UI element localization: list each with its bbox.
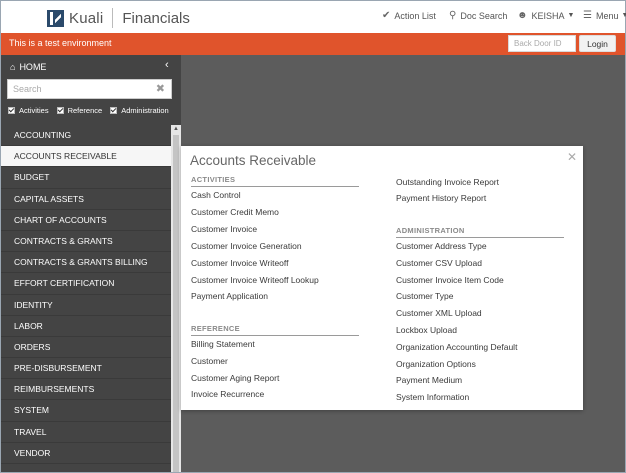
- panel-title: Accounts Receivable: [190, 153, 317, 168]
- home-label: HOME: [19, 62, 47, 72]
- link-lockbox-upload[interactable]: Lockbox Upload: [396, 325, 457, 335]
- link-customer-invoice[interactable]: Customer Invoice: [191, 224, 257, 234]
- sidebar-item-contracts-grants[interactable]: CONTRACTS & GRANTS: [1, 230, 171, 253]
- close-icon[interactable]: ✕: [567, 150, 577, 164]
- sidebar-item-accounts-receivable[interactable]: ACCOUNTS RECEIVABLE: [1, 146, 171, 168]
- filter-administration[interactable]: Administration: [110, 106, 169, 115]
- hamburger-icon: ☰: [583, 10, 592, 21]
- user-icon: ☻: [517, 10, 528, 21]
- link-customer-address-type[interactable]: Customer Address Type: [396, 241, 487, 251]
- reference-checkbox[interactable]: [56, 107, 64, 114]
- link-customer-xml-upload[interactable]: Customer XML Upload: [396, 308, 482, 318]
- link-customer-csv-upload[interactable]: Customer CSV Upload: [396, 258, 482, 268]
- sidebar-item-system[interactable]: SYSTEM: [1, 400, 171, 422]
- link-customer-credit-memo[interactable]: Customer Credit Memo: [191, 207, 279, 217]
- link-customer-invoice-item-code[interactable]: Customer Invoice Item Code: [396, 275, 504, 285]
- search-icon: ⚲: [449, 10, 457, 21]
- sidebar-item-orders[interactable]: ORDERS: [1, 336, 171, 359]
- home-link[interactable]: ⌂ HOME: [10, 62, 46, 72]
- clear-search-icon[interactable]: ✖: [156, 82, 165, 95]
- main-menu[interactable]: ☰ Menu ▼: [583, 10, 626, 21]
- link-customer-type[interactable]: Customer Type: [396, 291, 453, 301]
- activities-checkbox[interactable]: [8, 107, 15, 114]
- backdoor-id-input[interactable]: [508, 35, 576, 52]
- test-environment-bar: This is a test environment Login: [1, 33, 625, 55]
- home-icon: ⌂: [10, 62, 16, 72]
- link-payment-application[interactable]: Payment Application: [191, 291, 268, 301]
- link-customer-invoice-writeoff[interactable]: Customer Invoice Writeoff: [191, 258, 288, 268]
- sidebar-item-labor[interactable]: LABOR: [1, 315, 171, 337]
- sidebar-item-identity[interactable]: IDENTITY: [1, 294, 171, 316]
- link-outstanding-invoice-report[interactable]: Outstanding Invoice Report: [396, 177, 499, 187]
- sidebar-menu: ACCOUNTING ACCOUNTS RECEIVABLE BUDGET CA…: [1, 125, 171, 464]
- link-customer-aging-report[interactable]: Customer Aging Report: [191, 373, 279, 383]
- link-billing-statement[interactable]: Billing Statement: [191, 339, 255, 349]
- sidebar-scrollbar[interactable]: ▲: [171, 125, 181, 472]
- scroll-up-arrow-icon[interactable]: ▲: [171, 125, 181, 134]
- doc-search-link[interactable]: ⚲ Doc Search: [449, 10, 507, 21]
- sidebar-item-accounting[interactable]: ACCOUNTING: [1, 125, 171, 147]
- action-list-label: Action List: [394, 10, 436, 21]
- login-button[interactable]: Login: [579, 35, 616, 52]
- scrollbar-thumb[interactable]: [173, 135, 179, 472]
- link-payment-history-report[interactable]: Payment History Report: [396, 193, 486, 203]
- sidebar-item-contracts-grants-billing[interactable]: CONTRACTS & GRANTS BILLING: [1, 252, 171, 274]
- filter-label: Activities: [19, 106, 49, 115]
- environment-message: This is a test environment: [9, 38, 112, 48]
- sidebar-search: ✖: [7, 79, 172, 99]
- caret-down-icon: ▼: [621, 12, 626, 19]
- activities-heading: ACTIVITIES: [191, 175, 359, 187]
- sidebar-filters: Activities Reference Administration: [8, 106, 177, 115]
- accounts-receivable-panel: Accounts Receivable ✕ ACTIVITIES Cash Co…: [181, 146, 583, 410]
- link-customer-invoice-generation[interactable]: Customer Invoice Generation: [191, 241, 302, 251]
- link-customer[interactable]: Customer: [191, 356, 228, 366]
- sidebar-home-row: ⌂ HOME ‹: [1, 55, 181, 79]
- administration-heading: ADMINISTRATION: [396, 226, 564, 238]
- link-organization-options[interactable]: Organization Options: [396, 359, 476, 369]
- link-payment-medium[interactable]: Payment Medium: [396, 375, 462, 385]
- user-name: KEISHA: [531, 10, 565, 21]
- sidebar-item-budget[interactable]: BUDGET: [1, 167, 171, 189]
- sidebar-item-reimbursements[interactable]: REIMBURSEMENTS: [1, 379, 171, 401]
- doc-search-label: Doc Search: [460, 10, 508, 21]
- reference-heading: REFERENCE: [191, 324, 359, 336]
- link-invoice-recurrence[interactable]: Invoice Recurrence: [191, 389, 264, 399]
- administration-checkbox[interactable]: [110, 107, 118, 114]
- sidebar-item-capital-assets[interactable]: CAPITAL ASSETS: [1, 188, 171, 210]
- sidebar-item-chart-of-accounts[interactable]: CHART OF ACCOUNTS: [1, 209, 171, 231]
- sidebar: ⌂ HOME ‹ ✖ Activities Reference Administ…: [1, 55, 181, 472]
- link-cash-control[interactable]: Cash Control: [191, 190, 241, 200]
- filter-reference[interactable]: Reference: [56, 106, 103, 115]
- kuali-logo-icon: [47, 9, 64, 27]
- caret-down-icon: ▼: [567, 12, 575, 19]
- link-customer-invoice-writeoff-lookup[interactable]: Customer Invoice Writeoff Lookup: [191, 275, 319, 285]
- filter-label: Reference: [67, 106, 103, 115]
- action-list-link[interactable]: ✔ Action List: [382, 10, 436, 21]
- logo-divider: [112, 8, 114, 28]
- user-menu[interactable]: ☻ KEISHA ▼: [517, 10, 574, 21]
- sidebar-item-effort-certification[interactable]: EFFORT CERTIFICATION: [1, 273, 171, 295]
- link-organization-accounting-default[interactable]: Organization Accounting Default: [396, 342, 517, 352]
- sidebar-search-input[interactable]: [8, 80, 148, 98]
- sidebar-item-vendor[interactable]: VENDOR: [1, 442, 171, 464]
- sidebar-item-pre-disbursement[interactable]: PRE-DISBURSEMENT: [1, 358, 171, 380]
- app-header: Kuali Financials ✔ Action List ⚲ Doc Sea…: [1, 1, 626, 33]
- brand-name: Kuali: [69, 9, 104, 27]
- sidebar-item-travel[interactable]: TRAVEL: [1, 421, 171, 443]
- product-name: Financials: [122, 9, 190, 27]
- collapse-sidebar-icon[interactable]: ‹: [165, 59, 169, 71]
- filter-label: Administration: [121, 106, 169, 115]
- link-system-information[interactable]: System Information: [396, 392, 469, 402]
- menu-label: Menu: [595, 10, 619, 21]
- logo[interactable]: Kuali Financials: [47, 8, 190, 28]
- filter-activities[interactable]: Activities: [8, 106, 49, 115]
- check-circle-icon: ✔: [382, 10, 391, 21]
